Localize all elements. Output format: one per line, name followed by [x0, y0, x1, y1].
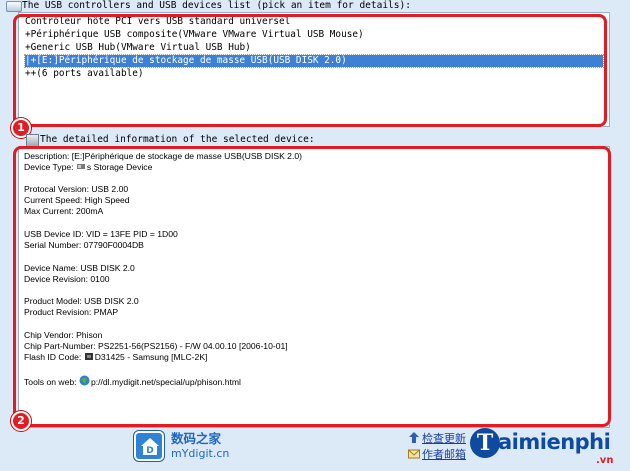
- logo-chinese-name[interactable]: 数码之家: [171, 431, 221, 446]
- list-item-selected[interactable]: |+[E:]Périphérique de stockage de masse …: [24, 54, 604, 68]
- svg-text:D: D: [146, 446, 153, 456]
- protocol-version-line: Protocal Version: USB 2.00: [24, 184, 129, 194]
- usb-list-icon: [6, 1, 22, 12]
- mydigit-logo-icon[interactable]: D: [134, 431, 164, 461]
- check-update-label[interactable]: 检查更新: [422, 432, 466, 445]
- usb-storage-icon: [76, 162, 86, 171]
- email-icon: [408, 448, 420, 459]
- device-list[interactable]: Contrôleur hôte PCI vers USB standard un…: [18, 12, 610, 127]
- max-current-line: Max Current: 200mA: [24, 206, 104, 216]
- badge-2: 2: [11, 411, 31, 431]
- serial-number-line: Serial Number: 07790F0004DB: [24, 240, 144, 250]
- watermark-text: aimienphi: [498, 430, 611, 454]
- device-type-value: s Storage Device: [86, 162, 153, 172]
- list-item[interactable]: ++(6 ports available): [25, 68, 603, 80]
- author-email-link[interactable]: 作者邮箱: [408, 448, 466, 462]
- tools-on-web-line: Tools on web: p://dl.mydigit.net/special…: [24, 375, 241, 387]
- chip-vendor-line: Chip Vendor: Phison: [24, 330, 103, 340]
- watermark-suffix: .vn: [596, 455, 614, 466]
- device-revision-line: Device Revision: 0100: [24, 274, 110, 284]
- description-line: Description: [E:]Périphérique de stockag…: [24, 151, 302, 161]
- logo-url[interactable]: mYdigit.cn: [171, 447, 229, 460]
- details-panel: Description: [E:]Périphérique de stockag…: [18, 146, 610, 428]
- device-type-prefix: Device Type:: [24, 162, 74, 172]
- author-email-label[interactable]: 作者邮箱: [422, 448, 466, 461]
- flash-id-line: Flash ID Code: D31425 - Samsung [MLC-2K]: [24, 352, 207, 363]
- list-item[interactable]: Contrôleur hôte PCI vers USB standard un…: [25, 16, 603, 28]
- device-name-line: Device Name: USB DISK 2.0: [24, 263, 135, 273]
- tools-link[interactable]: p://dl.mydigit.net/special/up/phison.htm…: [91, 377, 241, 387]
- flash-id-value: D31425 - Samsung [MLC-2K]: [94, 352, 208, 362]
- list-item[interactable]: +Generic USB Hub(VMware Virtual USB Hub): [25, 42, 603, 54]
- device-type-line: Device Type: s Storage Device: [24, 162, 152, 173]
- watermark-logo-icon: T: [470, 428, 500, 458]
- update-arrow-icon: [408, 432, 420, 443]
- device-list-label: The USB controllers and USB devices list…: [22, 0, 411, 11]
- globe-icon[interactable]: [79, 375, 90, 386]
- product-revision-line: Product Revision: PMAP: [24, 307, 119, 317]
- list-item[interactable]: +Périphérique USB composite(VMware VMwar…: [25, 29, 603, 41]
- tools-prefix: Tools on web:: [24, 377, 77, 387]
- chip-part-number-line: Chip Part-Number: PS2251-56(PS2156) - F/…: [24, 341, 288, 351]
- details-label: The detailed information of the selected…: [40, 134, 315, 145]
- current-speed-line: Current Speed: High Speed: [24, 195, 130, 205]
- flash-id-prefix: Flash ID Code:: [24, 352, 82, 362]
- usb-device-id-line: USB Device ID: VID = 13FE PID = 1D00: [24, 229, 178, 239]
- product-model-line: Product Model: USB DISK 2.0: [24, 296, 139, 306]
- chip-icon: [84, 352, 94, 361]
- check-update-link[interactable]: 检查更新: [408, 432, 466, 446]
